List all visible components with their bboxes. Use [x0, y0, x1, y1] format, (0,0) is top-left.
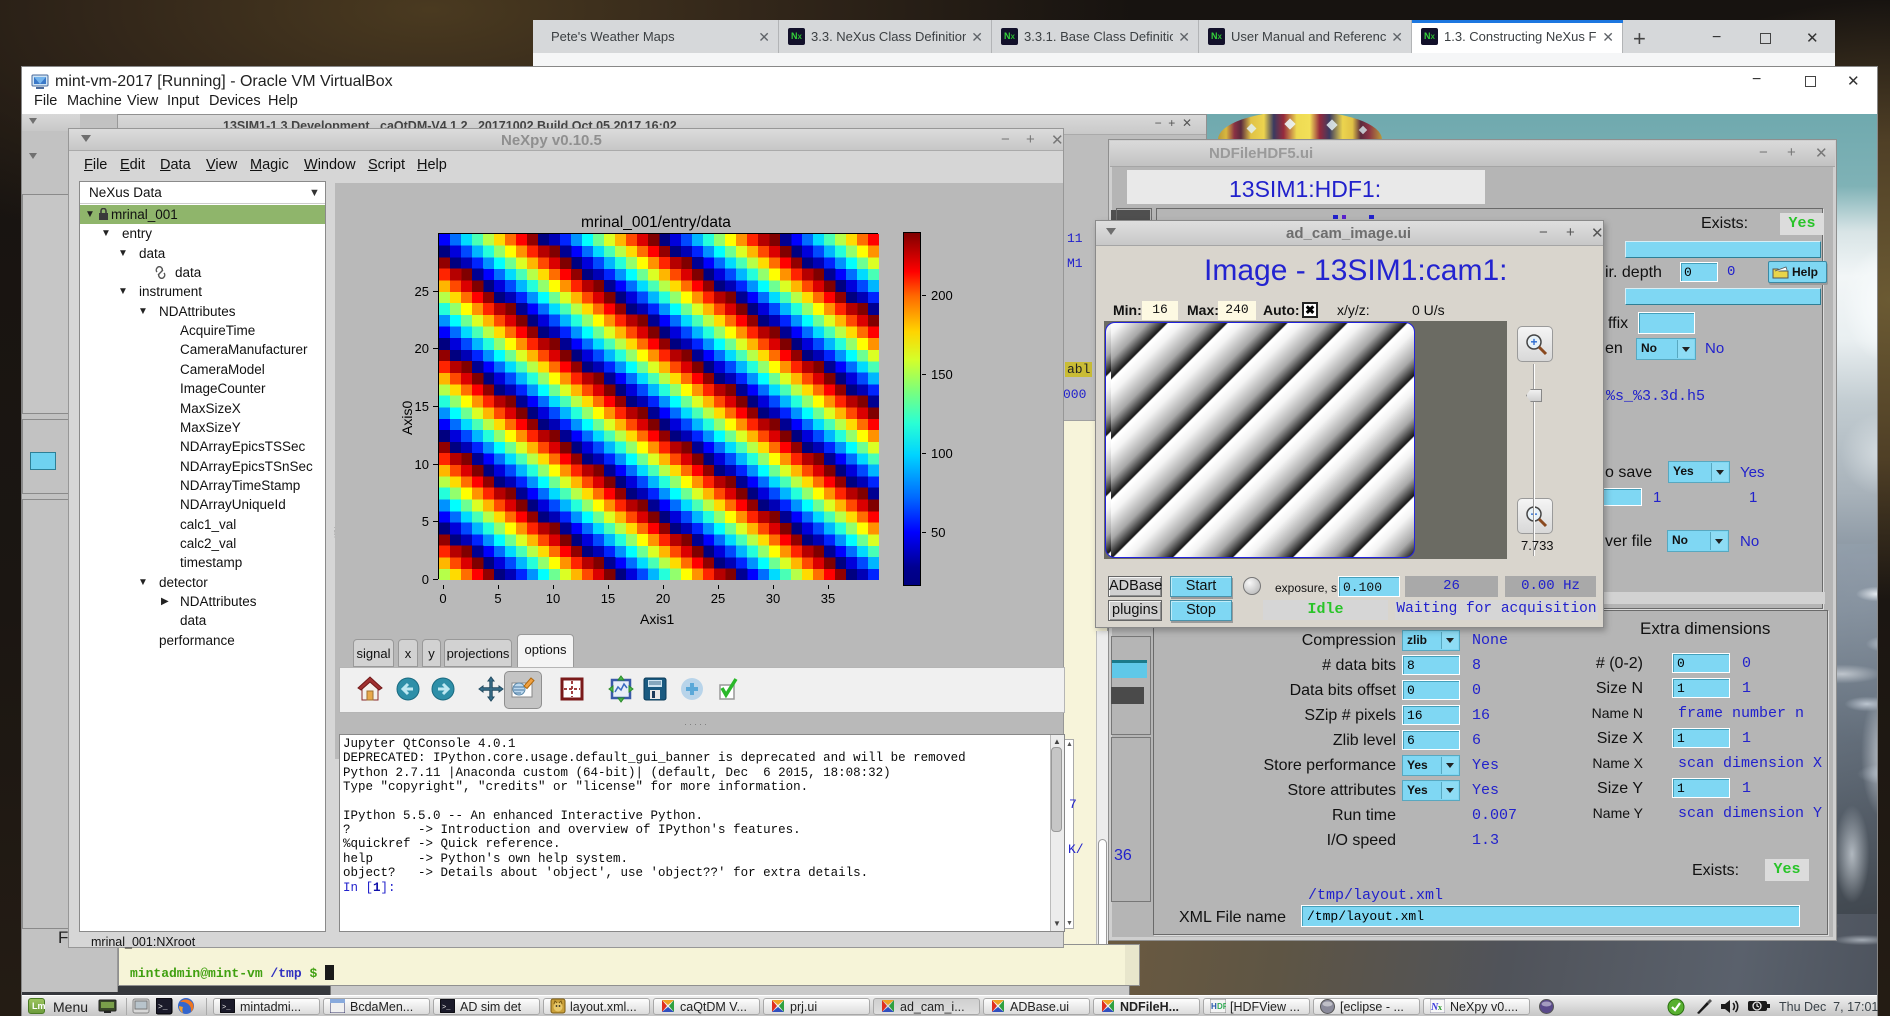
svg-text:>_: >_ [442, 1004, 451, 1012]
svg-text:DF: DF [1217, 1002, 1226, 1011]
svg-text:x: x [1438, 1003, 1442, 1012]
svg-text:>_: >_ [158, 1003, 168, 1012]
svg-text:+: + [1530, 335, 1537, 349]
svg-text:>_: >_ [222, 1004, 231, 1012]
